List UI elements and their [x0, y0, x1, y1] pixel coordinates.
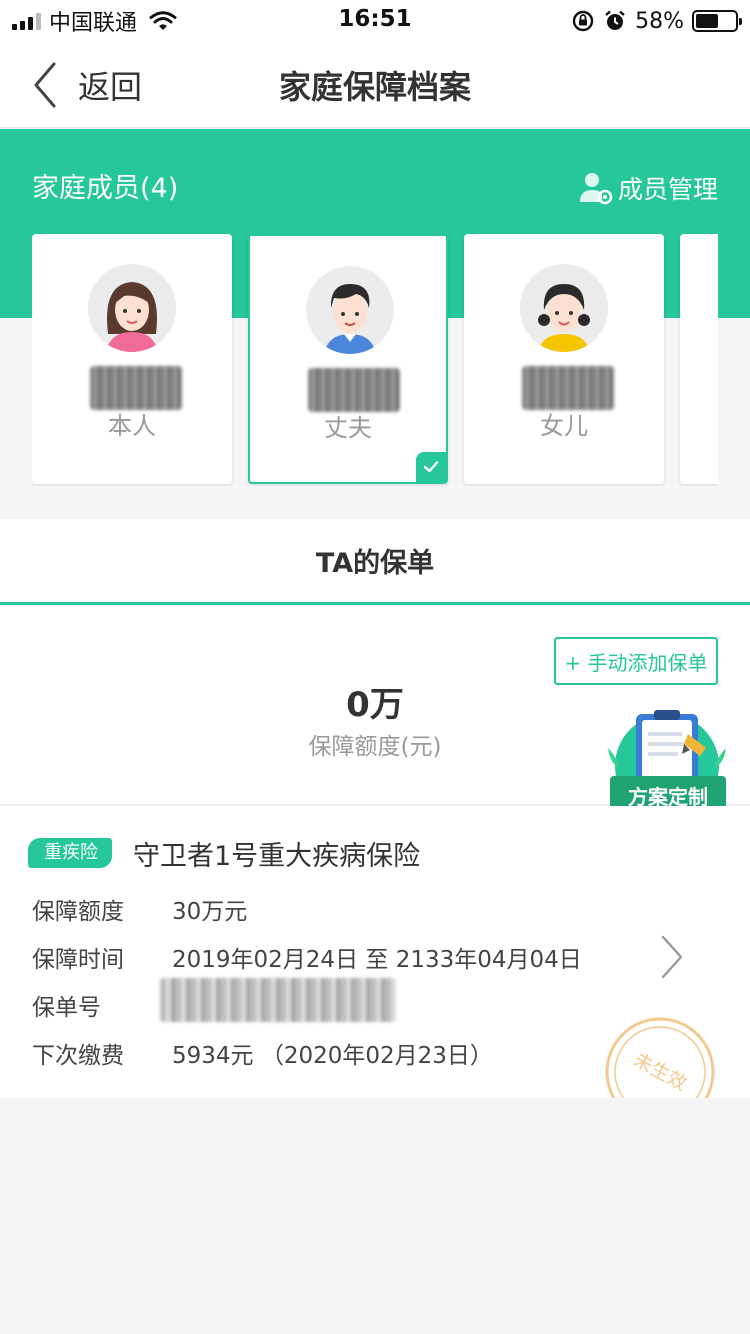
member-card-more[interactable]	[680, 234, 718, 484]
nav-bar: 返回 家庭保障档案	[0, 42, 750, 128]
member-list: 本人 丈夫 女儿	[32, 234, 718, 486]
policy-type-badge: 重疾险	[28, 838, 112, 868]
policy-section-label: TA的保单	[315, 548, 435, 579]
coverage-period-value: 2019年02月24日 至 2133年04月04日	[172, 947, 582, 973]
coverage-amount-label: 保障额度	[32, 899, 124, 925]
battery-percent: 58%	[635, 8, 684, 34]
alarm-icon	[605, 10, 625, 30]
back-label: 返回	[78, 68, 143, 106]
member-card-self[interactable]: 本人	[32, 234, 232, 484]
not-effective-stamp-icon: 未生效	[605, 1017, 715, 1098]
girl-avatar-icon	[520, 264, 608, 352]
rotation-lock-icon	[572, 10, 594, 32]
member-card-daughter[interactable]: 女儿	[464, 234, 664, 484]
redacted-policy-number	[160, 978, 396, 1022]
stamp-text: 未生效	[630, 1049, 691, 1095]
policy-section-title: TA的保单	[0, 519, 750, 605]
policy-card[interactable]: 重疾险 守卫者1号重大疾病保险 保障额度 30万元 保障时间 2019年02月2…	[0, 806, 750, 1098]
coverage-period-label: 保障时间	[32, 947, 124, 973]
redacted-name	[308, 368, 400, 412]
status-bar: 中国联通 16:51 58%	[0, 0, 750, 42]
back-button[interactable]: 返回	[30, 58, 142, 112]
male-avatar-icon	[306, 266, 394, 354]
member-label: 丈夫	[324, 414, 372, 442]
battery-fill	[696, 14, 719, 28]
female-avatar-icon	[88, 264, 176, 352]
chevron-left-icon	[34, 62, 56, 108]
plan-customize-button[interactable]: 方案定制	[604, 708, 730, 820]
user-settings-icon	[579, 173, 613, 205]
members-title: 家庭成员(4)	[32, 173, 179, 204]
manage-members-label: 成员管理	[617, 175, 718, 204]
member-card-husband[interactable]: 丈夫	[248, 234, 448, 484]
member-label: 女儿	[540, 412, 588, 440]
redacted-name	[90, 366, 182, 410]
policy-number-label: 保单号	[32, 995, 101, 1021]
selected-check-icon	[416, 452, 446, 482]
manage-members-button[interactable]: 成员管理	[578, 170, 718, 206]
next-payment-label: 下次缴费	[32, 1043, 124, 1069]
battery-icon	[692, 10, 742, 32]
policy-name: 守卫者1号重大疾病保险	[133, 841, 421, 872]
member-label: 本人	[108, 412, 156, 440]
status-right: 58%	[571, 8, 742, 34]
coverage-amount-value: 30万元	[172, 899, 248, 925]
next-payment-value: 5934元 （2020年02月23日）	[172, 1043, 493, 1069]
chevron-right-icon	[661, 935, 683, 979]
redacted-name	[522, 366, 614, 410]
